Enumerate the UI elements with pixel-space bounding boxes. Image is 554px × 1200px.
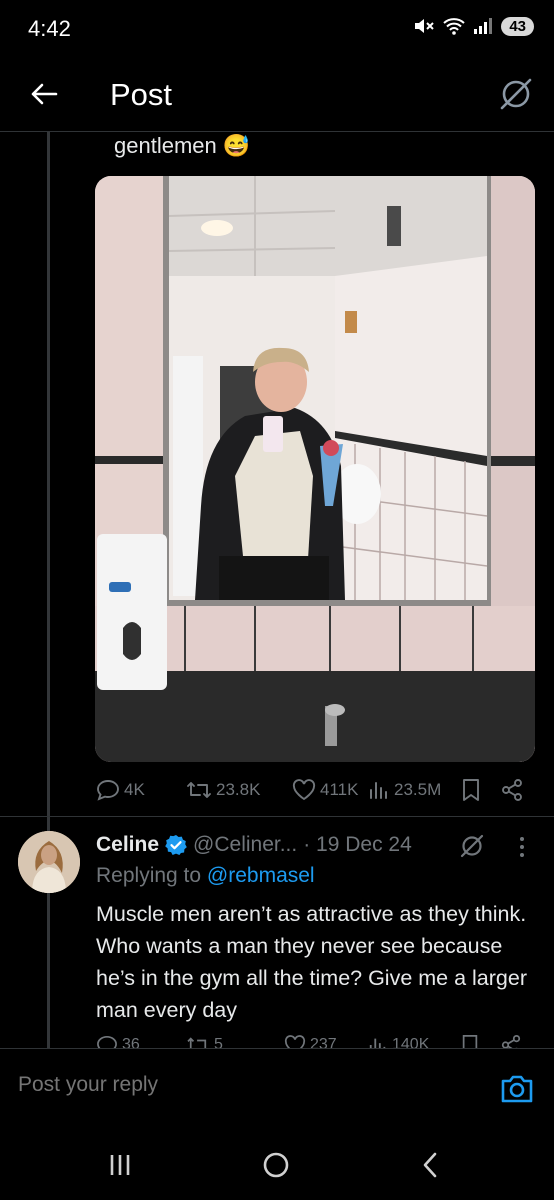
arrow-left-icon [31, 83, 58, 105]
like-button[interactable]: 237 [284, 1032, 337, 1048]
tweet-divider [0, 816, 554, 817]
signal-icon [474, 18, 493, 34]
reply-actions: 36 5 237 140K [96, 1030, 536, 1048]
chevron-left-icon [423, 1152, 437, 1178]
tweet-actions: 4K 23.8K 411K 23.5M [96, 774, 536, 806]
views-button[interactable]: 140K [368, 1032, 429, 1048]
reply-text: Muscle men aren’t as attractive as they … [96, 902, 527, 1022]
status-bar: 4:42 43 [0, 0, 554, 60]
views-count: 23.5M [394, 780, 442, 799]
camera-button[interactable] [500, 1073, 534, 1105]
reply-button[interactable]: 36 [96, 1032, 140, 1048]
tweet-text: gentlemen 😅 [114, 133, 251, 158]
more-vertical-icon [520, 837, 524, 857]
camera-icon [501, 1075, 533, 1103]
replying-to-handle[interactable]: @rebmasel [207, 864, 315, 887]
heart-icon [292, 779, 316, 801]
more-options-button[interactable] [510, 834, 534, 860]
avatar[interactable] [18, 831, 80, 893]
home-button[interactable] [246, 1145, 306, 1185]
repost-icon [187, 1037, 207, 1048]
wifi-icon [443, 18, 465, 35]
grok-button[interactable] [457, 832, 487, 860]
replying-to: Replying to @rebmasel [96, 864, 315, 888]
replying-to-label: Replying to [96, 864, 207, 887]
status-icons: 43 [413, 16, 534, 36]
repost-count: 5 [214, 1036, 223, 1048]
views-button[interactable]: 23.5M [368, 774, 441, 806]
reply-composer [0, 1049, 554, 1131]
reply-icon [97, 1035, 117, 1048]
share-icon [502, 779, 522, 801]
reply-date: · 19 Dec 24 [303, 833, 412, 856]
reply-author-handle[interactable]: @Celiner... [193, 833, 297, 857]
like-count: 411K [320, 780, 359, 799]
share-button[interactable] [500, 1032, 522, 1048]
recent-apps-button[interactable] [90, 1145, 150, 1185]
bookmark-icon [462, 1035, 478, 1048]
repost-count: 23.8K [216, 780, 261, 799]
header-divider [0, 131, 554, 132]
repost-button[interactable]: 23.8K [186, 774, 260, 806]
reply-button[interactable]: 4K [96, 774, 145, 806]
clock: 4:42 [28, 16, 71, 41]
heart-icon [284, 1035, 306, 1048]
battery-indicator: 43 [501, 16, 534, 36]
home-circle-icon [263, 1152, 289, 1178]
repost-button[interactable]: 5 [186, 1032, 223, 1048]
bookmark-icon [463, 779, 479, 801]
like-button[interactable]: 411K [292, 774, 358, 806]
system-nav-bar [0, 1131, 554, 1200]
tweet-image[interactable] [95, 176, 535, 762]
thread-line [47, 132, 50, 1049]
like-count: 237 [310, 1036, 337, 1048]
views-count: 140K [392, 1036, 430, 1048]
mirror-selfie-photo [95, 176, 535, 762]
views-icon [369, 1038, 386, 1048]
verified-badge-icon [165, 835, 187, 855]
reply-count: 4K [124, 780, 145, 799]
reply-count: 36 [122, 1036, 140, 1048]
grok-button[interactable] [494, 74, 538, 114]
back-button[interactable] [22, 74, 66, 114]
top-header: Post [0, 60, 554, 132]
bookmark-button[interactable] [460, 1032, 480, 1048]
grok-icon [460, 834, 484, 858]
share-button[interactable] [500, 774, 524, 806]
system-back-button[interactable] [400, 1145, 460, 1185]
grok-icon [500, 78, 532, 110]
avatar-photo [18, 831, 80, 893]
recent-apps-icon [110, 1155, 130, 1175]
reply-author-name[interactable]: Celine [96, 833, 159, 857]
bookmark-button[interactable] [460, 774, 482, 806]
reply-input[interactable] [18, 1073, 458, 1097]
repost-icon [187, 782, 211, 798]
reply-header: Celine @Celiner... · 19 Dec 24 [96, 830, 412, 860]
share-icon [501, 1034, 521, 1048]
reply-icon [97, 780, 119, 801]
views-icon [370, 782, 387, 799]
mute-icon [415, 19, 435, 33]
page-title: Post [110, 77, 173, 112]
